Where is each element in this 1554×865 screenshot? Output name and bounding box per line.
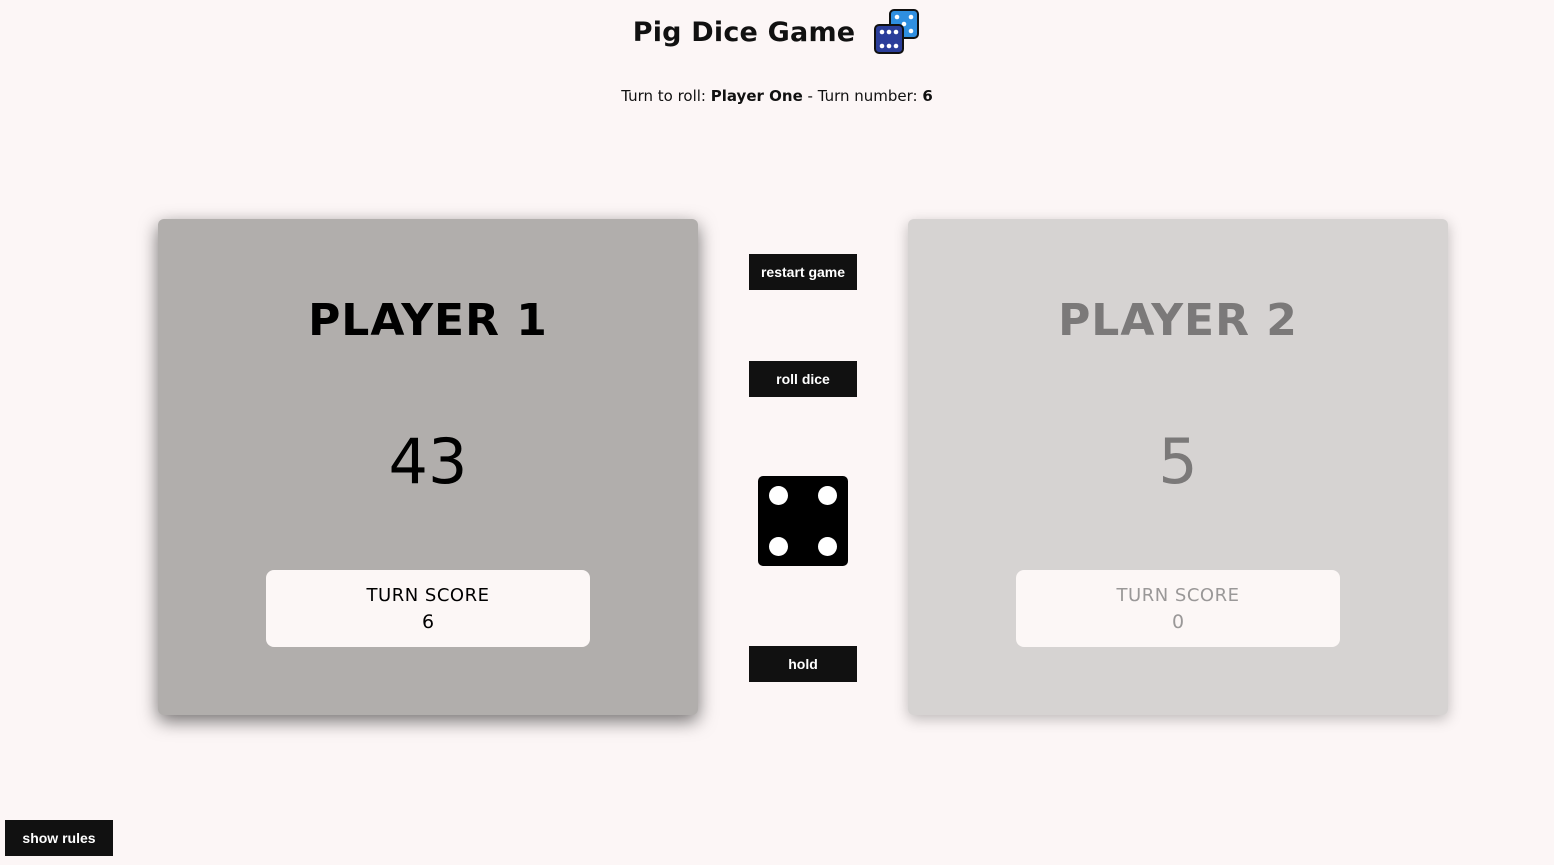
page-title: Pig Dice Game <box>632 16 856 48</box>
dice-face <box>758 476 848 566</box>
player-1-total-score: 43 <box>388 425 468 498</box>
player-1-panel: PLAYER 1 43 TURN SCORE 6 <box>158 219 698 715</box>
player-2-name: PLAYER 2 <box>1058 295 1298 346</box>
current-player: Player One <box>710 87 803 105</box>
turn-number: 6 <box>922 87 933 105</box>
dice-pip <box>769 486 788 505</box>
header: Pig Dice Game <box>0 8 1554 56</box>
player-2-turn-score-box: TURN SCORE 0 <box>1016 570 1340 647</box>
player-2-total-score: 5 <box>1158 425 1198 498</box>
turn-status: Turn to roll: Player One - Turn number: … <box>0 87 1554 105</box>
player-2-turn-score-label: TURN SCORE <box>1116 585 1240 606</box>
turn-prefix: Turn to roll: <box>621 87 711 105</box>
turn-separator: - Turn number: <box>802 87 923 105</box>
player-1-name: PLAYER 1 <box>308 295 548 346</box>
player-2-turn-score: 0 <box>1171 611 1185 633</box>
player-1-turn-score-box: TURN SCORE 6 <box>266 570 590 647</box>
player-2-panel: PLAYER 2 5 TURN SCORE 0 <box>908 219 1448 715</box>
player-1-turn-score-label: TURN SCORE <box>366 585 490 606</box>
dice-pip <box>818 537 837 556</box>
restart-game-button[interactable]: restart game <box>749 254 857 290</box>
show-rules-button[interactable]: show rules <box>5 820 113 856</box>
dice-pip <box>818 486 837 505</box>
dice-icon <box>874 9 920 54</box>
dice-pip <box>769 537 788 556</box>
player-1-turn-score: 6 <box>421 611 435 633</box>
hold-button[interactable]: hold <box>749 646 857 682</box>
roll-dice-button[interactable]: roll dice <box>749 361 857 397</box>
